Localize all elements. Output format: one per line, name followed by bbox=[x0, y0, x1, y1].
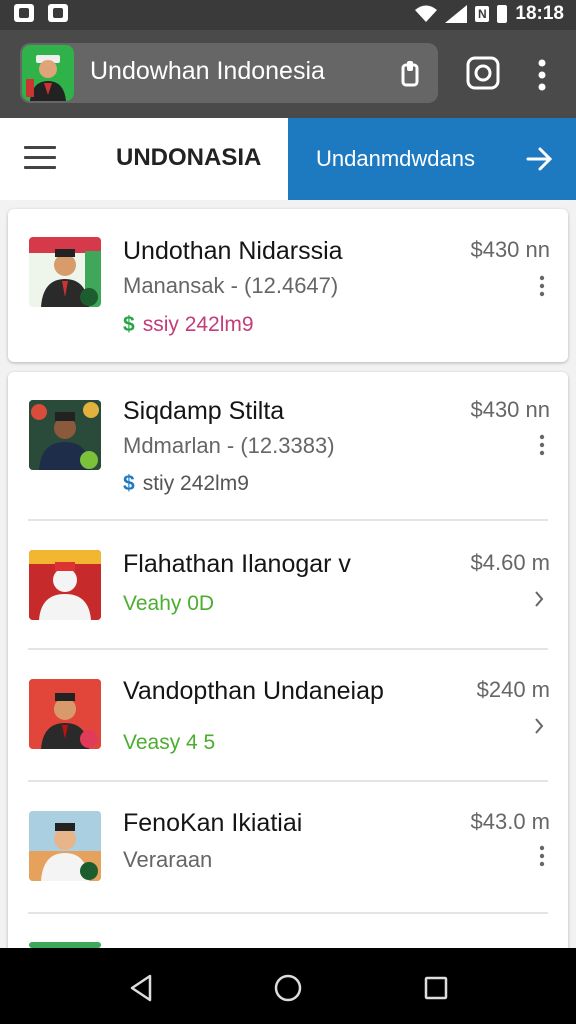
back-icon[interactable] bbox=[128, 974, 154, 1002]
item-price: $43.0 m bbox=[470, 809, 551, 834]
notification-icon bbox=[48, 4, 68, 22]
dollar-icon: $ bbox=[123, 472, 135, 495]
list-item[interactable]: Siqdamp Stilta Mdmarlan - (12.3383) $ sti… bbox=[8, 372, 568, 520]
item-thumbnail bbox=[29, 679, 101, 749]
divider bbox=[28, 780, 548, 782]
divider bbox=[28, 912, 548, 914]
dollar-icon: $ bbox=[123, 313, 135, 336]
item-subtitle: Veraraan bbox=[123, 847, 213, 872]
tab-bar: UNDONASIA Undanmdwdans bbox=[0, 118, 576, 200]
person-icon bbox=[26, 55, 66, 101]
system-nav-bar bbox=[0, 948, 576, 1024]
item-subtitle: Mdmarlan - (12.3383) bbox=[123, 433, 335, 458]
app-bar: Undowhan Indonesia bbox=[0, 30, 576, 118]
more-vert-icon[interactable] bbox=[538, 845, 546, 867]
item-price: $4.60 m bbox=[470, 550, 551, 575]
divider bbox=[28, 519, 548, 521]
divider bbox=[28, 648, 548, 650]
item-meta: $ stiy 242lm9 bbox=[123, 472, 249, 496]
chevron-icon[interactable] bbox=[534, 717, 544, 735]
more-vert-icon[interactable] bbox=[530, 58, 554, 92]
item-price: $430 nn bbox=[470, 237, 550, 262]
item-name: FenoKan Ikiatiai bbox=[123, 809, 303, 837]
tab-brand[interactable]: UNDONASIA bbox=[116, 144, 261, 172]
clip-icon[interactable] bbox=[400, 61, 420, 87]
item-status: Veahy 0D bbox=[123, 592, 215, 615]
list-item[interactable]: Undothan Nidarssia Manansak - (12.4647) … bbox=[8, 209, 568, 362]
network-badge: N bbox=[475, 6, 490, 22]
listing-card: Undothan Nidarssia Manansak - (12.4647) … bbox=[8, 209, 568, 362]
item-thumbnail bbox=[29, 811, 101, 881]
tab-active[interactable]: Undanmdwdans bbox=[288, 118, 576, 200]
item-status: Veasy 4 5 bbox=[123, 731, 216, 754]
list-item[interactable]: Flahathan Ilanogar v Veahy 0D $4.60 m bbox=[8, 522, 568, 648]
item-meta: $ ssiy 242lm9 bbox=[123, 313, 254, 337]
item-name: Siqdamp Stilta bbox=[123, 397, 285, 425]
listing-card: Siqdamp Stilta Mdmarlan - (12.3383) $ sti… bbox=[8, 372, 568, 972]
item-price: $430 nn bbox=[470, 397, 550, 422]
item-subtitle: Manansak - (12.4647) bbox=[123, 273, 339, 298]
more-vert-icon[interactable] bbox=[538, 275, 546, 297]
app-title: Undowhan Indonesia bbox=[90, 57, 325, 85]
item-name: Vandopthan Undaneiap bbox=[123, 677, 384, 705]
signal-icon bbox=[445, 5, 468, 23]
hamburger-icon[interactable] bbox=[24, 146, 56, 170]
list-item[interactable]: Vandopthan Undaneiap Veasy 4 5 $240 m bbox=[8, 651, 568, 781]
item-meta-text: stiy 242lm9 bbox=[142, 472, 249, 495]
item-meta-text: ssiy 242lm9 bbox=[142, 313, 254, 336]
item-thumbnail bbox=[29, 550, 101, 620]
title-pill[interactable]: Undowhan Indonesia bbox=[20, 43, 438, 103]
arrow-right-icon[interactable] bbox=[524, 144, 554, 174]
item-thumbnail bbox=[29, 237, 101, 307]
app-logo[interactable] bbox=[22, 45, 74, 101]
item-name: Undothan Nidarssia bbox=[123, 237, 343, 265]
recents-icon[interactable] bbox=[424, 976, 448, 1000]
tab-active-label: Undanmdwdans bbox=[316, 146, 475, 171]
wifi-icon bbox=[415, 5, 438, 22]
list-item[interactable]: FenoKan Ikiatiai Veraraan $43.0 m bbox=[8, 783, 568, 913]
status-time: 18:18 bbox=[515, 3, 564, 24]
instagram-icon[interactable] bbox=[466, 56, 500, 90]
item-price: $240 m bbox=[476, 677, 550, 702]
battery-icon bbox=[497, 5, 508, 23]
notification-icon bbox=[14, 4, 34, 22]
status-bar: N 18:18 bbox=[0, 0, 576, 30]
more-vert-icon[interactable] bbox=[538, 434, 546, 456]
item-thumbnail bbox=[29, 400, 101, 470]
home-icon[interactable] bbox=[274, 974, 302, 1002]
chevron-icon[interactable] bbox=[534, 590, 544, 608]
item-name: Flahathan Ilanogar v bbox=[123, 550, 351, 578]
